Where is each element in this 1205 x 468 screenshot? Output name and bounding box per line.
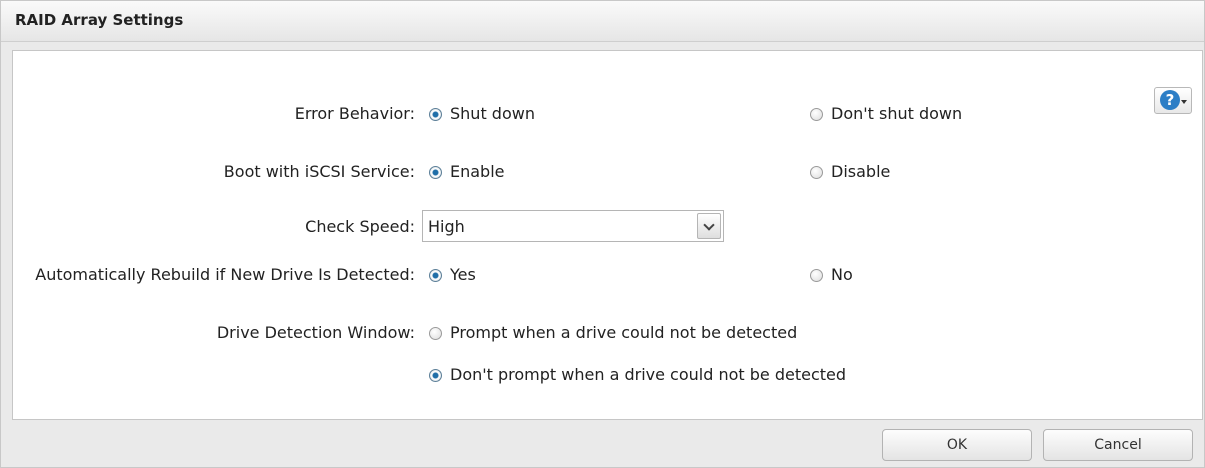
question-mark-icon: ? <box>1160 90 1180 110</box>
caret-down-icon <box>1181 100 1187 104</box>
radio-button-checked[interactable] <box>429 369 442 382</box>
dialog-title: RAID Array Settings <box>15 11 184 29</box>
radio-label: Shut down <box>450 104 535 123</box>
radio-button[interactable] <box>810 166 823 179</box>
select-value: High <box>428 217 465 236</box>
radio-label: No <box>831 265 853 284</box>
boot-iscsi-label: Boot with iSCSI Service: <box>223 162 415 181</box>
help-button[interactable]: ? <box>1154 87 1192 114</box>
radio-label: Don't prompt when a drive could not be d… <box>450 365 847 384</box>
raid-array-settings-dialog: RAID Array Settings ? Error Behavior: Sh… <box>0 0 1205 468</box>
radio-button[interactable] <box>810 269 823 282</box>
radio-label: Enable <box>450 162 505 181</box>
radio-button-checked[interactable] <box>429 166 442 179</box>
auto-rebuild-label: Automatically Rebuild if New Drive Is De… <box>35 265 415 284</box>
radio-label: Disable <box>831 162 891 181</box>
chevron-down-icon <box>703 219 715 231</box>
drive-detection-label: Drive Detection Window: <box>216 323 415 342</box>
radio-button-checked[interactable] <box>429 108 442 121</box>
check-speed-label: Check Speed: <box>305 217 415 236</box>
dropdown-button[interactable] <box>697 213 721 239</box>
error-behavior-label: Error Behavior: <box>294 104 415 123</box>
settings-panel: ? Error Behavior: Shut down Don't shut d… <box>12 50 1203 420</box>
ok-button[interactable]: OK <box>882 429 1032 461</box>
title-bar: RAID Array Settings <box>1 1 1204 42</box>
check-speed-select[interactable]: High <box>422 210 724 242</box>
radio-button-checked[interactable] <box>429 269 442 282</box>
radio-label: Don't shut down <box>831 104 963 123</box>
radio-button[interactable] <box>810 108 823 121</box>
radio-label: Yes <box>450 265 476 284</box>
radio-label: Prompt when a drive could not be detecte… <box>450 323 798 342</box>
radio-button[interactable] <box>429 327 442 340</box>
cancel-button[interactable]: Cancel <box>1043 429 1193 461</box>
